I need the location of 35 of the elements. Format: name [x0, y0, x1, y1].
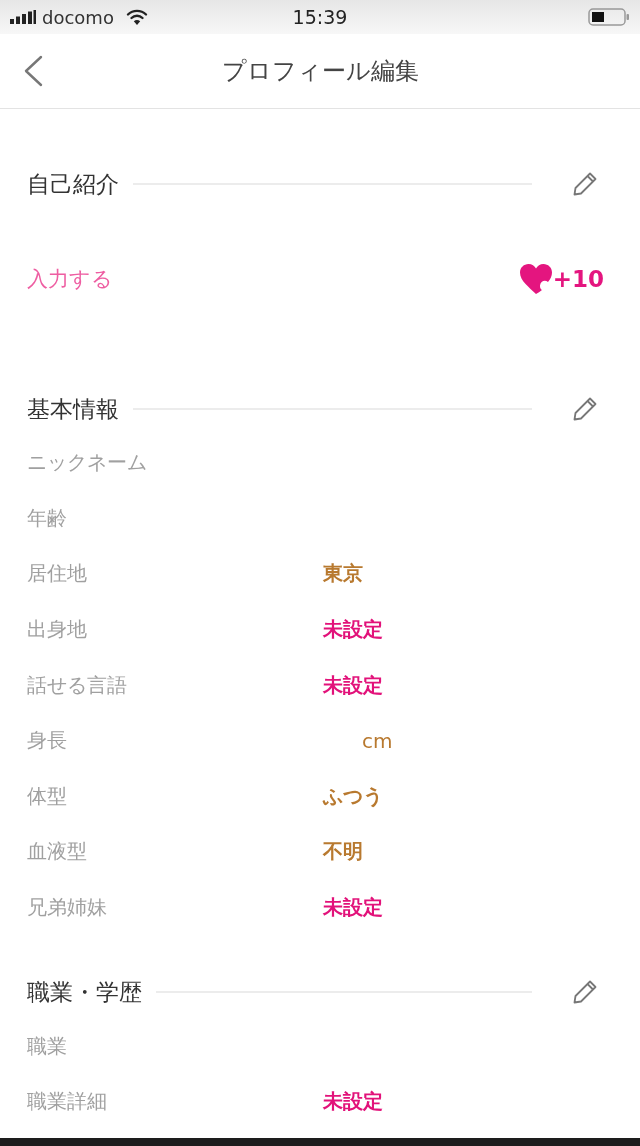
battery-icon — [588, 7, 630, 27]
heart-icon — [518, 263, 553, 295]
field-value[interactable]: 未設定 — [323, 671, 383, 699]
section-title: 職業・学歴 — [27, 977, 142, 1007]
field-label: 職業詳細 — [27, 1088, 107, 1116]
back-icon[interactable] — [22, 55, 44, 87]
field-value[interactable]: 不明 — [323, 838, 363, 866]
bonus-points: +10 — [552, 266, 604, 292]
signal-icon — [10, 10, 36, 24]
input-link[interactable]: 入力する — [27, 265, 113, 293]
field-value[interactable]: 未設定 — [323, 894, 383, 922]
edit-icon[interactable] — [572, 396, 598, 422]
edit-icon[interactable] — [572, 171, 598, 197]
field-label: 出身地 — [27, 616, 87, 644]
field-value[interactable]: 東京 — [323, 560, 363, 588]
field-value[interactable]: 未設定 — [323, 616, 383, 644]
field-label: 年齢 — [27, 504, 67, 532]
field-label: 兄弟姉妹 — [27, 894, 107, 922]
section-title: 基本情報 — [27, 394, 119, 424]
wifi-icon — [125, 9, 148, 25]
edit-icon[interactable] — [572, 979, 598, 1006]
field-label: 話せる言語 — [27, 671, 127, 699]
field-label: ニックネーム — [27, 449, 147, 477]
field-label: 血液型 — [27, 838, 87, 866]
field-label: 居住地 — [27, 560, 87, 588]
field-label: 体型 — [27, 782, 67, 810]
clock-time: 15:39 — [292, 6, 348, 28]
carrier-name: docomo — [42, 6, 114, 28]
section-title: 自己紹介 — [27, 169, 119, 199]
field-value[interactable]: ふつう — [323, 782, 383, 810]
field-value[interactable]: 未設定 — [323, 1088, 383, 1116]
screen-title: プロフィール編集 — [221, 56, 419, 87]
unit-label[interactable]: cm — [362, 728, 393, 753]
field-label: 職業 — [27, 1032, 67, 1060]
field-label: 身長 — [27, 727, 67, 755]
